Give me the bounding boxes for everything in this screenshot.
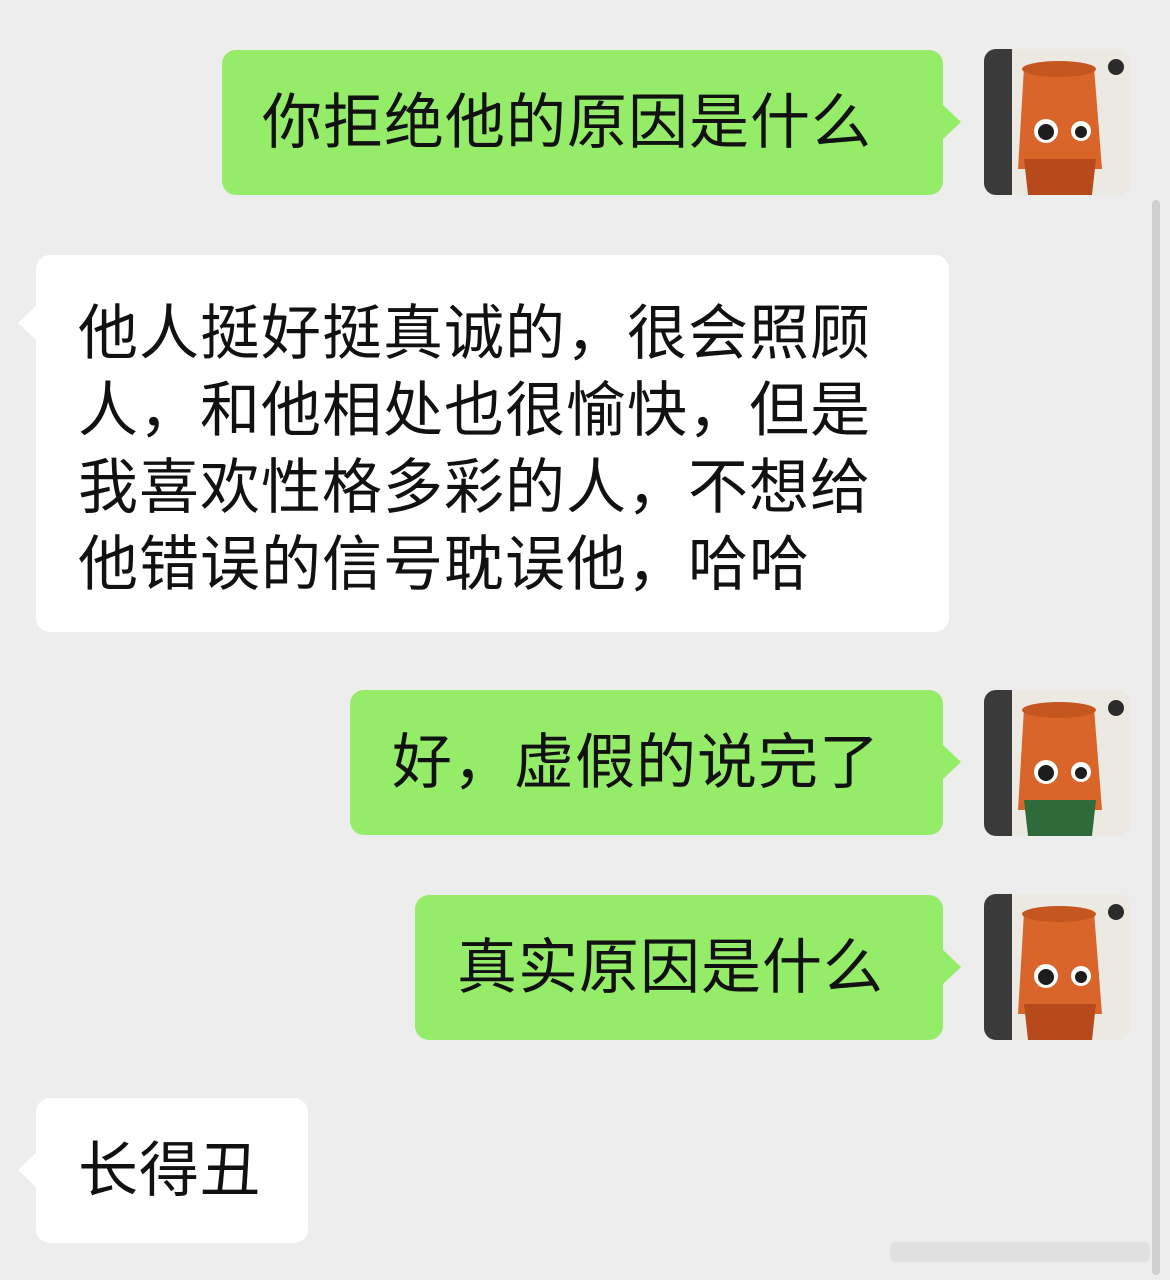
message-text-line: 他错误的信号耽误他，哈哈 bbox=[78, 530, 810, 600]
user-avatar[interactable] bbox=[984, 690, 1130, 836]
bubble-tail bbox=[942, 104, 961, 140]
bubble-tail bbox=[942, 949, 961, 985]
message-text: 好，虚假的说完了 bbox=[392, 728, 880, 798]
bubble-tail bbox=[18, 305, 37, 341]
scrollbar[interactable] bbox=[1152, 200, 1160, 1275]
message-bubble-incoming[interactable]: 长得丑 bbox=[18, 1098, 308, 1243]
toy-figure-avatar-icon bbox=[984, 690, 1130, 836]
message-text-line: 他人挺好挺真诚的，很会照顾 bbox=[78, 299, 871, 369]
bubble-tail bbox=[18, 1152, 37, 1188]
message-text: 你拒绝他的原因是什么 bbox=[262, 88, 872, 158]
message-bubble-incoming[interactable]: 他人挺好挺真诚的，很会照顾 人，和他相处也很愉快，但是 我喜欢性格多彩的人，不想… bbox=[18, 255, 949, 632]
toy-figure-avatar-icon bbox=[984, 49, 1130, 195]
message-bubble-outgoing[interactable]: 真实原因是什么 bbox=[415, 895, 961, 1040]
message-text: 长得丑 bbox=[78, 1136, 261, 1206]
user-avatar[interactable] bbox=[984, 894, 1130, 1040]
bubble-tail bbox=[942, 744, 961, 780]
message-text-line: 我喜欢性格多彩的人，不想给 bbox=[78, 453, 871, 523]
watermark-icon bbox=[890, 1242, 1150, 1262]
message-bubble-outgoing[interactable]: 好，虚假的说完了 bbox=[350, 690, 961, 835]
chat-area: 你拒绝他的原因是什么 他人挺好挺真诚的，很会照顾 人，和他相处也很愉快，但是 我… bbox=[0, 0, 1170, 1280]
user-avatar[interactable] bbox=[984, 49, 1130, 195]
message-text-line: 人，和他相处也很愉快，但是 bbox=[78, 376, 871, 446]
message-bubble-outgoing[interactable]: 你拒绝他的原因是什么 bbox=[222, 50, 961, 195]
toy-figure-avatar-icon bbox=[984, 894, 1130, 1040]
message-text: 真实原因是什么 bbox=[457, 933, 884, 1003]
